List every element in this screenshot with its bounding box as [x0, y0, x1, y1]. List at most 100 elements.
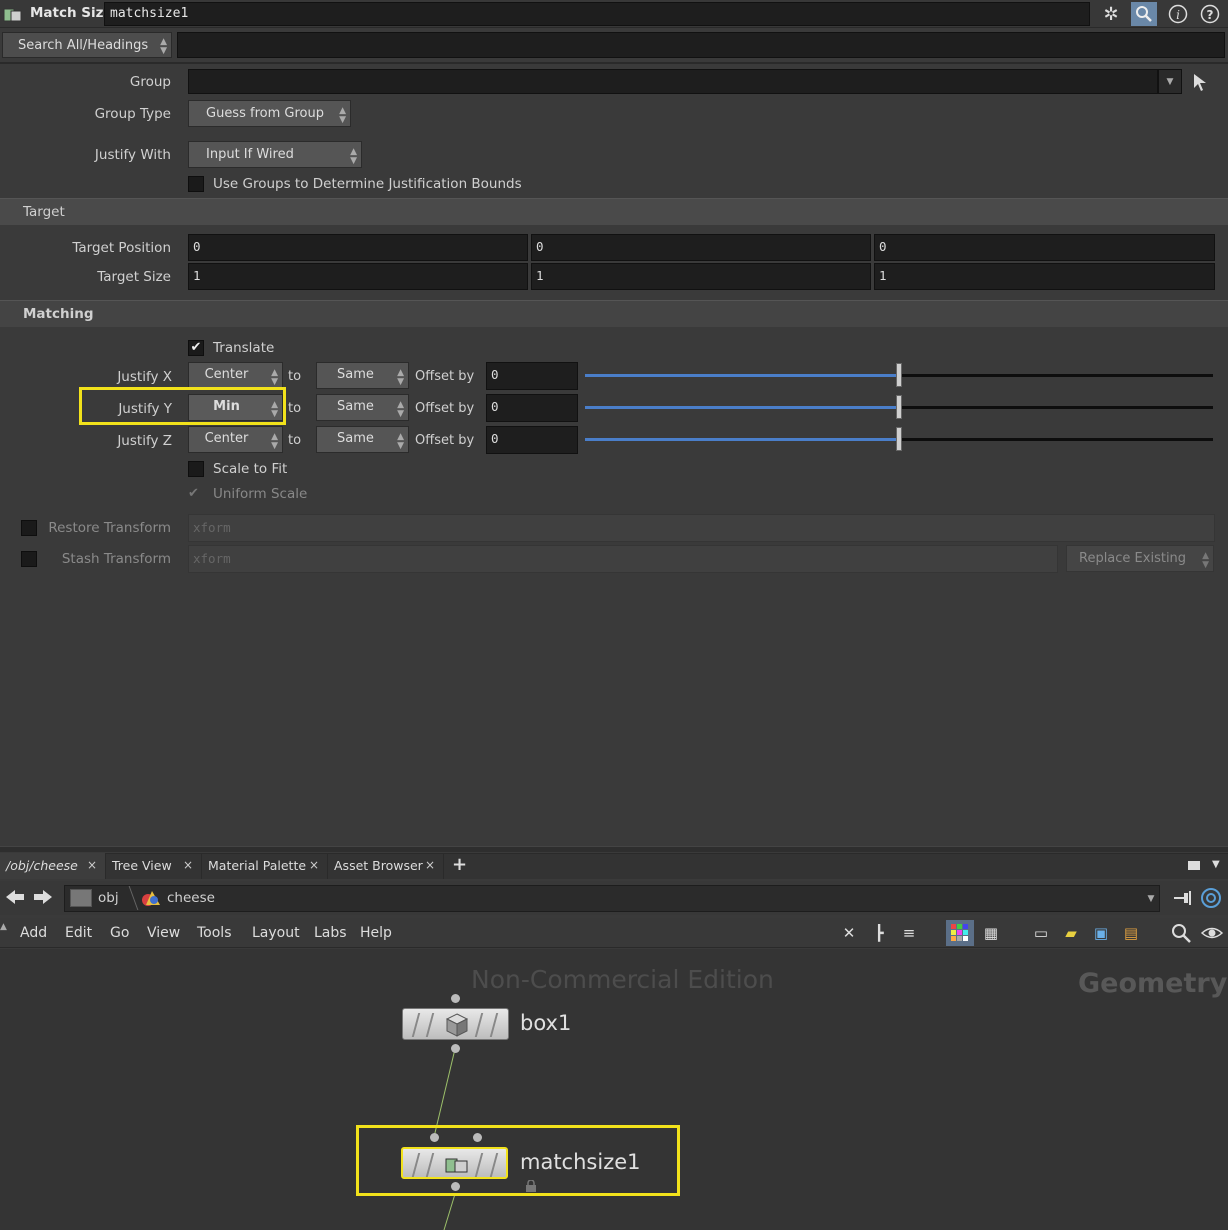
back-arrow-icon[interactable] [4, 887, 26, 911]
add-tab-button[interactable]: + [452, 854, 467, 875]
target-size-x[interactable]: 1 [188, 263, 528, 290]
tools-wrench-icon[interactable]: ✕ [838, 922, 860, 944]
box1-node[interactable] [402, 1008, 509, 1040]
network-path-bar[interactable] [64, 885, 1160, 912]
group-type-menu[interactable]: Guess from Group ▲ ▼ [188, 100, 351, 127]
close-icon[interactable]: × [87, 858, 97, 872]
close-icon[interactable]: × [183, 858, 193, 872]
gear-icon[interactable]: ✲ [1098, 2, 1124, 26]
scale-to-fit-label: Scale to Fit [213, 461, 288, 477]
path-segment-cheese[interactable]: cheese [167, 890, 215, 906]
path-dropdown-button[interactable]: ▼ [1141, 885, 1161, 912]
stash-transform-label: Stash Transform [61, 551, 171, 567]
subnet-box-icon[interactable]: ▤ [1120, 922, 1142, 944]
justify-with-menu[interactable]: Input If Wired ▲ ▼ [188, 141, 362, 168]
info-icon[interactable]: i [1165, 2, 1191, 26]
updown-arrows-icon: ▲ ▼ [160, 37, 167, 56]
menu-add[interactable]: Add [20, 925, 47, 941]
shape-palette-icon[interactable]: ▦ [980, 922, 1002, 944]
eye-icon[interactable] [1200, 922, 1224, 948]
updown-arrows-icon: ▲ ▼ [1202, 551, 1209, 570]
box1-input-connector[interactable] [451, 994, 460, 1003]
stash-mode-menu[interactable]: Replace Existing ▲ ▼ [1066, 545, 1214, 572]
stash-transform-field[interactable]: xform [188, 545, 1058, 573]
justify-z-menu[interactable]: Center ▲ ▼ [188, 426, 283, 453]
menu-view[interactable]: View [147, 925, 180, 941]
justify-x-offset-field[interactable]: 0 [486, 362, 578, 390]
group-dropdown-button[interactable]: ▼ [1158, 69, 1182, 94]
menu-edit[interactable]: Edit [65, 925, 92, 941]
justify-x-slider-handle[interactable] [896, 363, 902, 387]
matchsize1-output-connector[interactable] [451, 1182, 460, 1191]
search-mode-menu[interactable]: Search All/Headings ▲ ▼ [2, 32, 172, 58]
background-image-icon[interactable]: ▣ [1090, 922, 1112, 944]
justify-with-label: Justify With [94, 147, 171, 163]
updown-arrows-icon: ▲ ▼ [350, 147, 357, 166]
scale-to-fit-checkbox[interactable] [188, 461, 204, 477]
box1-output-connector[interactable] [451, 1044, 460, 1053]
justify-z-offset-label: Offset by [415, 433, 475, 448]
path-segment-obj[interactable]: obj [98, 890, 119, 906]
menu-labs[interactable]: Labs [314, 925, 347, 941]
help-icon[interactable]: ? [1197, 2, 1223, 26]
tab-label: Tree View [112, 858, 172, 873]
restore-transform-field[interactable]: xform [188, 514, 1215, 542]
updown-arrows-icon: ▲ ▼ [271, 432, 278, 451]
group-field[interactable] [188, 69, 1158, 94]
matchsize1-input-connector-2[interactable] [473, 1133, 482, 1142]
restore-transform-checkbox[interactable] [21, 520, 37, 536]
target-size-z[interactable]: 1 [874, 263, 1215, 290]
forward-arrow-icon[interactable] [32, 887, 54, 911]
sticky-note-icon[interactable]: ▰ [1060, 922, 1082, 944]
color-palette-icon[interactable] [946, 920, 974, 946]
target-position-label: Target Position [72, 240, 171, 256]
matchsize1-input-connector-1[interactable] [430, 1133, 439, 1142]
pane-layout-icon[interactable] [1188, 861, 1200, 870]
justify-x-to-menu[interactable]: Same ▲ ▼ [316, 362, 409, 389]
menu-go[interactable]: Go [110, 925, 129, 941]
target-section-header[interactable]: Target [0, 198, 1228, 225]
network-box-icon[interactable]: ▭ [1030, 922, 1052, 944]
menu-tools[interactable]: Tools [197, 925, 232, 941]
justify-y-offset-field[interactable]: 0 [486, 394, 578, 422]
justify-z-to-label: to [288, 433, 302, 448]
target-position-y[interactable]: 0 [531, 234, 871, 261]
select-arrow-icon[interactable] [1191, 72, 1209, 96]
stash-transform-checkbox[interactable] [21, 551, 37, 567]
target-position-x[interactable]: 0 [188, 234, 528, 261]
tab-asset-browser[interactable]: Asset Browser × [328, 853, 444, 879]
pane-splitter[interactable] [0, 846, 1228, 852]
tree-layout-icon[interactable]: ┣ [868, 922, 890, 944]
target-size-y[interactable]: 1 [531, 263, 871, 290]
justify-z-slider-handle[interactable] [896, 427, 902, 451]
zoom-icon[interactable] [1170, 922, 1192, 948]
pin-icon[interactable] [1172, 889, 1194, 911]
justify-y-offset-label: Offset by [415, 401, 475, 416]
parameter-search-input[interactable] [177, 32, 1225, 58]
node-name-field[interactable]: matchsize1 [104, 2, 1090, 26]
menu-layout[interactable]: Layout [252, 925, 300, 941]
close-icon[interactable]: × [309, 858, 319, 872]
matching-section-header[interactable]: Matching [0, 300, 1228, 327]
uniform-scale-checkbox[interactable]: ✔ [188, 486, 204, 502]
list-view-icon[interactable]: ≡ [898, 922, 920, 944]
pane-menu-arrow-icon[interactable]: ▼ [1212, 859, 1220, 870]
geometry-object-icon [140, 889, 162, 911]
tab-tree-view[interactable]: Tree View × [106, 853, 202, 879]
justify-x-menu[interactable]: Center ▲ ▼ [188, 362, 283, 389]
use-groups-checkbox[interactable] [188, 176, 204, 192]
translate-checkbox[interactable]: ✔ [188, 340, 204, 356]
justify-y-slider-handle[interactable] [896, 395, 902, 419]
tab-obj-cheese[interactable]: /obj/cheese × [0, 853, 106, 879]
link-icon[interactable] [1200, 887, 1222, 913]
justify-z-to-menu[interactable]: Same ▲ ▼ [316, 426, 409, 453]
matchsize1-node[interactable] [401, 1147, 508, 1179]
close-icon[interactable]: × [425, 858, 435, 872]
target-position-z[interactable]: 0 [874, 234, 1215, 261]
tab-material-palette[interactable]: Material Palette × [202, 853, 328, 879]
menu-help[interactable]: Help [360, 925, 392, 941]
justify-z-offset-field[interactable]: 0 [486, 426, 578, 454]
search-icon[interactable] [1131, 2, 1157, 26]
justify-y-to-menu[interactable]: Same ▲ ▼ [316, 394, 409, 421]
target-heading: Target [23, 204, 65, 220]
